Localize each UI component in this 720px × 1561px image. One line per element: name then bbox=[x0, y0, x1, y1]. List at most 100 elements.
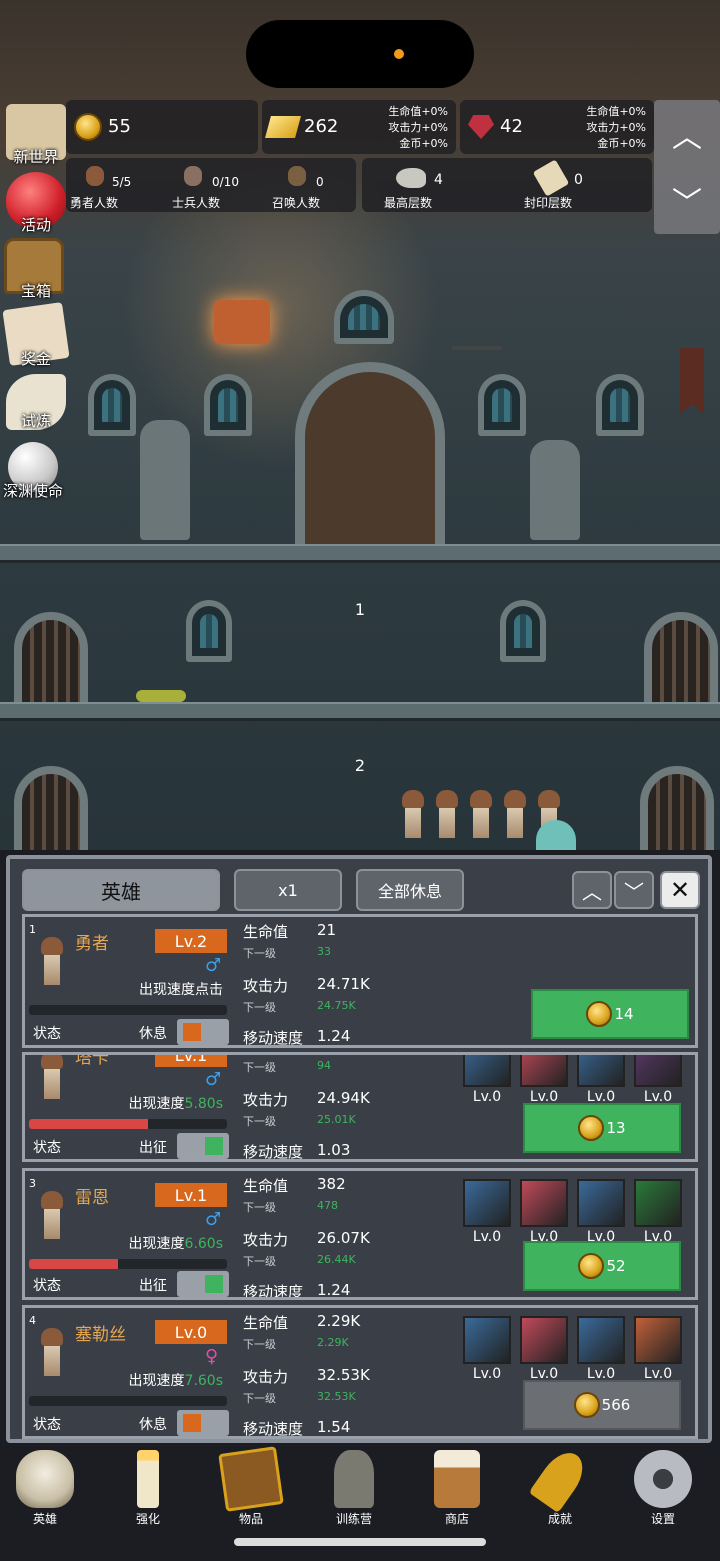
upgrade-button[interactable]: 14 bbox=[531, 989, 689, 1039]
hero-card[interactable]: 3 雷恩 Lv.1 ♂ 出现速度6.60s 状态 出征 生命值 382 下一级 … bbox=[22, 1168, 698, 1300]
key-icon bbox=[528, 1444, 592, 1514]
spawn-speed-value: 5.80s bbox=[184, 1096, 223, 1112]
skill-icon[interactable] bbox=[520, 1179, 568, 1227]
skill-icon[interactable] bbox=[577, 1316, 625, 1364]
hero-card[interactable]: 1 勇者 Lv.2 ♂ 出现速度点击 状态 休息 生命值 21 下一级 33 攻… bbox=[22, 914, 698, 1048]
chandelier-icon bbox=[452, 320, 502, 350]
hero-stats: 生命值 382 下一级 478 攻击力 26.07K 下一级 26.44K 移动… bbox=[239, 1175, 499, 1300]
rest-all-button[interactable]: 全部休息 bbox=[356, 869, 464, 911]
summon-head-icon bbox=[288, 166, 306, 186]
candle-icon bbox=[137, 1450, 159, 1508]
hero-sprite bbox=[470, 790, 492, 838]
upgrade-button[interactable]: 566 bbox=[523, 1380, 681, 1430]
move-speed-label: 移动速度 bbox=[243, 1283, 304, 1300]
skill-level: Lv.0 bbox=[472, 1366, 502, 1382]
lantern-icon bbox=[334, 1450, 374, 1508]
skill-icon[interactable] bbox=[634, 1179, 682, 1227]
state-value: 休息 bbox=[139, 1417, 167, 1433]
side-bonus[interactable]: 奖金 bbox=[0, 302, 70, 368]
skill-icon[interactable] bbox=[463, 1055, 511, 1087]
hero-level-badge: Lv.1 bbox=[155, 1183, 227, 1207]
tab-heroes[interactable]: 英雄 bbox=[22, 869, 220, 911]
upgrade-button[interactable]: 52 bbox=[523, 1241, 681, 1291]
deploy-toggle[interactable] bbox=[177, 1271, 229, 1297]
knight-statue bbox=[530, 440, 580, 540]
hp-label: 生命值 bbox=[243, 1177, 289, 1195]
deploy-toggle[interactable] bbox=[177, 1019, 229, 1045]
cell-door bbox=[14, 766, 88, 850]
gold-coin-icon bbox=[74, 113, 102, 141]
skill-icon[interactable] bbox=[577, 1055, 625, 1087]
hp-next-value: 2.29K bbox=[317, 1336, 349, 1349]
hero-stats: 生命值 21 下一级 33 攻击力 24.71K 下一级 24.75K 移动速度… bbox=[239, 921, 499, 1045]
upgrade-button[interactable]: 13 bbox=[523, 1103, 681, 1153]
atk-value: 24.71K bbox=[317, 975, 370, 993]
window bbox=[204, 374, 252, 436]
bonus-atk: 攻击力+0% bbox=[586, 121, 646, 134]
hero-index: 3 bbox=[29, 1177, 36, 1190]
hp-label: 生命值 bbox=[243, 923, 289, 941]
speed-button[interactable]: x1 bbox=[234, 869, 342, 911]
skill-icon[interactable] bbox=[577, 1179, 625, 1227]
toggle-knob bbox=[183, 1414, 201, 1432]
atk-next-label: 下一级 bbox=[243, 1255, 276, 1268]
hero-portrait bbox=[41, 1191, 63, 1239]
skill-icon[interactable] bbox=[463, 1316, 511, 1364]
chandelier-icon bbox=[214, 300, 270, 344]
bonus-gold: 金币+0% bbox=[597, 137, 646, 150]
atk-label: 攻击力 bbox=[243, 977, 289, 995]
camera-notch bbox=[246, 20, 474, 88]
hero-portrait bbox=[41, 937, 63, 985]
side-new-world[interactable]: 新世界 bbox=[0, 104, 66, 166]
panel-down-button[interactable]: ﹀ bbox=[614, 871, 654, 909]
window bbox=[596, 374, 644, 436]
nav-item-1[interactable]: 英雄 bbox=[0, 1450, 90, 1527]
hp-next-value: 33 bbox=[317, 945, 331, 958]
scroll-up-button[interactable]: ︿ bbox=[654, 104, 720, 164]
hero-index: 1 bbox=[29, 923, 36, 936]
nav-item-4[interactable]: 训练营 bbox=[309, 1450, 399, 1527]
atk-next-value: 24.75K bbox=[317, 999, 356, 1012]
hero-card[interactable]: 2 塔卡 Lv.1 ♂ 出现速度5.80s 状态 出征 生命值 下一级 94 攻… bbox=[22, 1052, 698, 1162]
close-icon[interactable]: ✕ bbox=[660, 871, 700, 909]
hero-card[interactable]: 4 塞勒丝 Lv.0 ♀ 出现速度7.60s 状态 休息 生命值 2.29K 下… bbox=[22, 1305, 698, 1439]
side-trial[interactable]: 试炼 bbox=[0, 374, 66, 430]
soldier-head-icon bbox=[184, 166, 202, 186]
deploy-toggle[interactable] bbox=[177, 1133, 229, 1159]
skill-icon[interactable] bbox=[634, 1316, 682, 1364]
side-chest[interactable]: 宝箱 bbox=[0, 238, 64, 300]
side-abyss[interactable]: 深渊使命 bbox=[0, 442, 63, 500]
window bbox=[500, 600, 546, 662]
spawn-speed: 出现速度6.60s bbox=[129, 1233, 223, 1253]
nav-item-3[interactable]: 物品 bbox=[206, 1446, 296, 1527]
skill-icon[interactable] bbox=[520, 1055, 568, 1087]
nav-item-6[interactable]: 成就 bbox=[515, 1444, 605, 1527]
gold-counter: 55 bbox=[66, 100, 258, 154]
nav-item-5[interactable]: 商店 bbox=[412, 1450, 502, 1527]
scroll-down-button[interactable]: ﹀ bbox=[654, 170, 720, 230]
nav-item-7[interactable]: 设置 bbox=[618, 1450, 708, 1527]
skill-icon[interactable] bbox=[634, 1055, 682, 1087]
move-speed-value: 1.24 bbox=[317, 1281, 351, 1299]
hero-index: 4 bbox=[29, 1314, 36, 1327]
spawn-speed-label: 出现速度点击 bbox=[139, 982, 223, 998]
floor-ledge bbox=[0, 702, 720, 721]
nav-item-2[interactable]: 强化 bbox=[103, 1450, 193, 1527]
state-label: 状态 bbox=[33, 1417, 61, 1433]
panel-up-button[interactable]: ︿ bbox=[572, 871, 612, 909]
deploy-toggle[interactable] bbox=[177, 1410, 229, 1436]
hero-hp-bar bbox=[29, 1396, 227, 1406]
side-event[interactable]: 活动 bbox=[0, 172, 66, 234]
hero-level-badge: Lv.1 bbox=[155, 1055, 227, 1067]
skull-icon bbox=[16, 1450, 74, 1508]
nav-label: 商店 bbox=[444, 1512, 469, 1526]
atk-label: 攻击力 bbox=[243, 1231, 289, 1249]
skill-icon[interactable] bbox=[520, 1316, 568, 1364]
state-value: 出征 bbox=[139, 1278, 167, 1294]
atk-next-value: 25.01K bbox=[317, 1113, 356, 1126]
move-speed-label: 移动速度 bbox=[243, 1143, 304, 1161]
nav-row: 英雄 强化 物品 训练营 商店 成就 设置 bbox=[0, 1444, 708, 1527]
skill-icon[interactable] bbox=[463, 1179, 511, 1227]
beer-mug-icon bbox=[434, 1450, 480, 1508]
highest-floor-label: 最高层数 bbox=[384, 196, 433, 210]
